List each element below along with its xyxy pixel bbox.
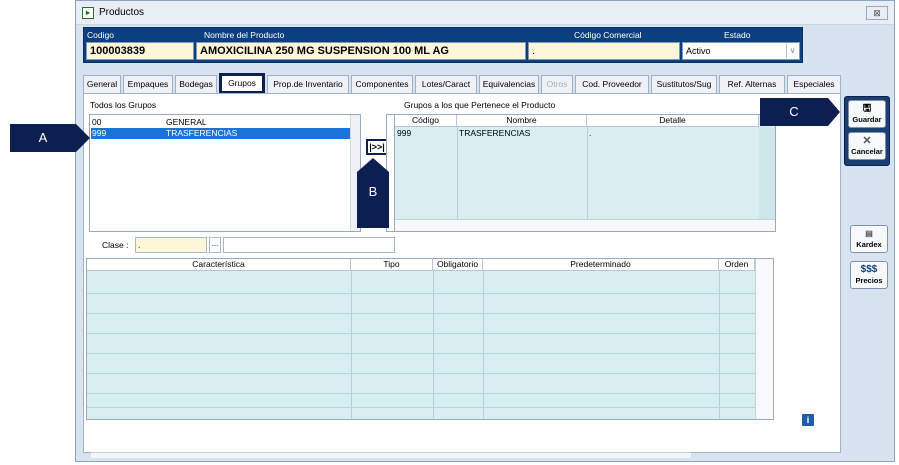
kardex-label: Kardex [856, 240, 882, 249]
tab-bodegas[interactable]: Bodegas [175, 75, 217, 93]
list-item[interactable]: 00 GENERAL [91, 117, 351, 128]
col-header-codigo[interactable]: Código [395, 115, 457, 127]
cancelar-label: Cancelar [851, 147, 883, 156]
tab-otros: Otros [541, 75, 573, 93]
app-icon: ▸ [82, 7, 94, 19]
col-header-nombre[interactable]: Nombre [457, 115, 587, 127]
horizontal-scrollbar[interactable] [395, 219, 775, 231]
codigo-field[interactable]: 100003839 [86, 42, 194, 60]
header-col-nombre: Nombre del Producto [204, 30, 285, 40]
tab-sustitutos[interactable]: Sustitutos/Sug [651, 75, 717, 93]
member-nombre-cell: TRASFERENCIAS [459, 128, 531, 138]
tab-ref-alternas[interactable]: Ref. Alternas [719, 75, 785, 93]
clase-input[interactable]: . [135, 237, 207, 253]
tab-empaques[interactable]: Empaques [123, 75, 173, 93]
grid-line [87, 333, 755, 334]
header-col-estado: Estado [724, 30, 751, 40]
window-title: Productos [99, 7, 145, 18]
cancel-icon: ✕ [862, 135, 872, 147]
member-groups-grid[interactable]: Código Nombre Detalle 999 TRASFERENCIAS … [386, 114, 776, 232]
all-groups-title: Todos los Grupos [90, 100, 157, 110]
title-bar: ▸ Productos ⊠ [76, 1, 894, 25]
clase-description-field[interactable] [223, 237, 395, 253]
estado-select[interactable]: Activo ∨ [682, 42, 800, 60]
tab-bar: General Empaques Bodegas Grupos Prop.de … [83, 73, 843, 94]
grid-line [87, 313, 755, 314]
header-col-codigo-comercial: Código Comercial [574, 30, 642, 40]
tab-especiales[interactable]: Especiales [787, 75, 841, 93]
grid-line [87, 407, 755, 408]
productos-window: ▸ Productos ⊠ Codigo Nombre del Producto… [75, 0, 895, 462]
info-icon[interactable]: i [802, 414, 814, 426]
list-item-selected[interactable]: 999 TRASFERENCIAS [91, 128, 351, 139]
side-toolbar: 🖫 Guardar ✕ Cancelar [844, 96, 890, 166]
precios-button[interactable]: $$$ Precios [850, 261, 888, 289]
precios-label: Precios [855, 276, 883, 285]
tab-equivalencias[interactable]: Equivalencias [479, 75, 539, 93]
tab-componentes[interactable]: Componentes [351, 75, 413, 93]
member-detalle-cell: . [589, 128, 592, 138]
callout-b: B [357, 158, 389, 228]
grid-line [87, 293, 755, 294]
callout-b-arrow [357, 158, 389, 172]
vertical-scrollbar[interactable] [759, 127, 775, 219]
nombre-field[interactable]: AMOXICILINA 250 MG SUSPENSION 100 ML AG [196, 42, 526, 60]
callout-c-label: C [789, 104, 799, 119]
group-code: 999 [92, 128, 107, 138]
callout-b-label: B [368, 184, 378, 199]
group-name: TRASFERENCIAS [166, 128, 238, 138]
tab-prop-inventario[interactable]: Prop.de Inventario [267, 75, 349, 93]
grid-line [587, 127, 588, 219]
callout-a: A [10, 124, 90, 152]
col-header-caracteristica[interactable]: Característica [87, 259, 351, 271]
clase-label: Clase : [102, 240, 129, 250]
member-groups-title: Grupos a los que Pertenece el Producto [404, 100, 556, 110]
col-header-detalle[interactable]: Detalle [587, 115, 759, 127]
kardex-button[interactable]: ▤ Kardex [850, 225, 888, 253]
callout-c-arrow [828, 98, 840, 126]
callout-a-label: A [38, 130, 48, 145]
characteristics-grid[interactable]: Característica Tipo Obligatorio Predeter… [86, 258, 774, 420]
col-header-predeterminado[interactable]: Predeterminado [483, 259, 719, 271]
close-button[interactable]: ⊠ [866, 6, 888, 20]
grid-line [87, 353, 755, 354]
save-icon: 🖫 [862, 103, 872, 114]
header-col-codigo: Codigo [87, 30, 114, 40]
all-groups-list[interactable]: 00 GENERAL 999 TRASFERENCIAS [89, 114, 361, 232]
guardar-label: Guardar [852, 115, 882, 124]
grid-line [87, 393, 755, 394]
vertical-scrollbar[interactable] [755, 259, 773, 419]
col-header-tipo[interactable]: Tipo [351, 259, 433, 271]
grid-line [87, 373, 755, 374]
codigo-comercial-field[interactable]: . [528, 42, 680, 60]
callout-a-arrow [76, 124, 90, 152]
tab-cod-proveedor[interactable]: Cod. Proveedor [575, 75, 649, 93]
grupos-panel: Todos los Grupos 00 GENERAL 999 TRASFERE… [83, 93, 841, 453]
status-bar [91, 452, 691, 458]
add-group-button[interactable]: |>>| [366, 139, 388, 155]
member-codigo-cell: 999 [397, 128, 412, 138]
precios-icon: $$$ [860, 264, 878, 275]
kardex-icon: ▤ [865, 229, 873, 238]
product-header: Codigo Nombre del Producto Código Comerc… [83, 27, 803, 63]
chevron-down-icon[interactable]: ∨ [786, 44, 798, 58]
tab-lotes-caract[interactable]: Lotes/Caract [415, 75, 477, 93]
grid-line [457, 127, 458, 219]
estado-value: Activo [686, 46, 711, 56]
group-code: 00 [92, 117, 102, 127]
callout-c: C [760, 98, 840, 126]
tab-general[interactable]: General [83, 75, 121, 93]
col-header-orden[interactable]: Orden [719, 259, 755, 271]
clase-lookup-button[interactable]: ... [209, 237, 221, 253]
group-name: GENERAL [166, 117, 207, 127]
col-header-obligatorio[interactable]: Obligatorio [433, 259, 483, 271]
tab-grupos[interactable]: Grupos [219, 73, 265, 94]
guardar-button[interactable]: 🖫 Guardar [848, 100, 886, 128]
cancelar-button[interactable]: ✕ Cancelar [848, 132, 886, 160]
